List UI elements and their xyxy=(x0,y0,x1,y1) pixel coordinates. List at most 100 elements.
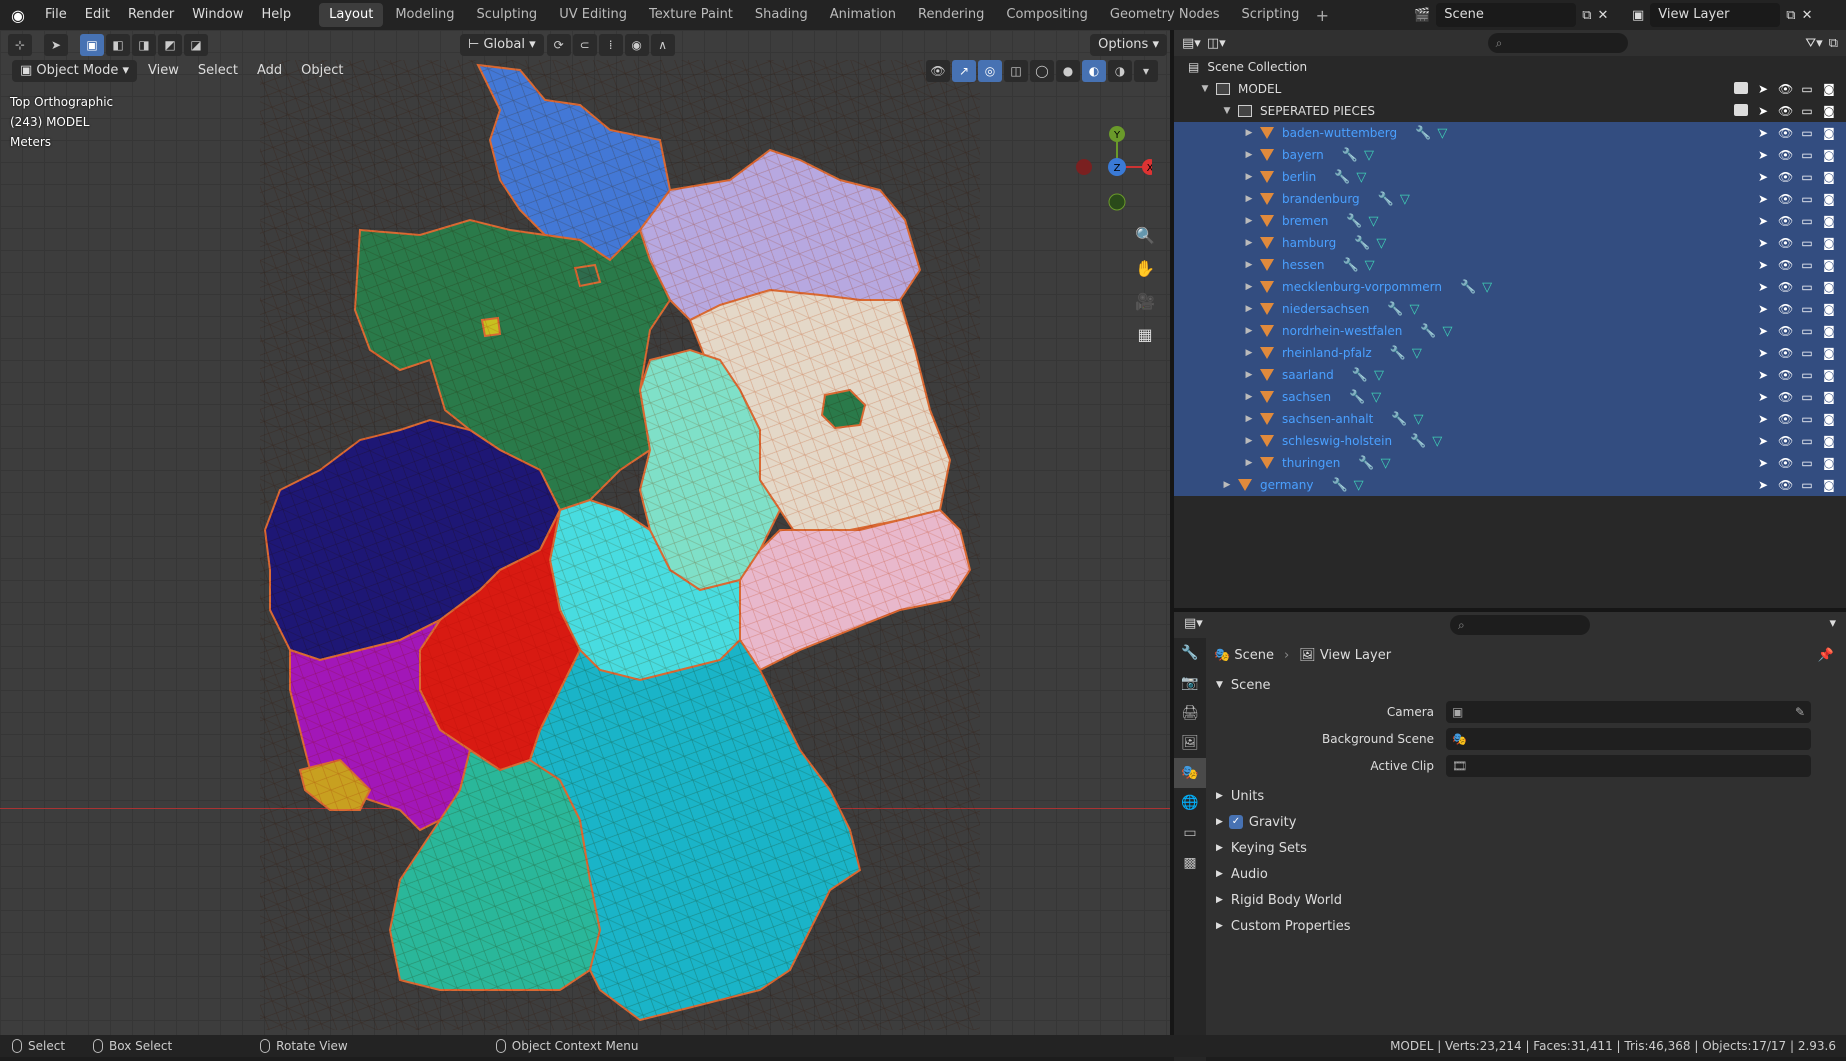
menu-object[interactable]: Object xyxy=(293,60,351,82)
tab-rendering[interactable]: Rendering xyxy=(908,3,994,27)
outliner-row-object[interactable]: ▶ rheinland-pfalz 🔧 ▽ ➤ 👁 ▭ ◙ xyxy=(1174,342,1846,364)
select-arrow-icon[interactable]: ➤ xyxy=(1756,412,1770,426)
eye-icon[interactable]: 👁 xyxy=(1778,390,1793,404)
menu-file[interactable]: File xyxy=(36,0,76,30)
panel-scene-header[interactable]: ▼ Scene xyxy=(1206,672,1846,698)
menu-select[interactable]: Select xyxy=(190,60,246,82)
outliner-row-object[interactable]: ▶ baden-wuttemberg 🔧 ▽ ➤ 👁 ▭ ◙ xyxy=(1174,122,1846,144)
eye-icon[interactable]: 👁 xyxy=(1778,104,1793,118)
monitor-icon[interactable]: ▭ xyxy=(1800,412,1814,426)
menu-window[interactable]: Window xyxy=(183,0,252,30)
modifier-icons[interactable]: 🔧 ▽ xyxy=(1460,280,1492,295)
pin-icon[interactable]: 📌 xyxy=(1818,648,1834,663)
monitor-icon[interactable]: ▭ xyxy=(1800,478,1814,492)
checkbox-icon[interactable] xyxy=(1734,104,1748,116)
scene-tab-icon[interactable]: 🎭 xyxy=(1174,758,1206,788)
3d-viewport[interactable]: ⊹ ➤ ▣ ◧ ◨ ◩ ◪ ⊢ Global ▾ ⟳ ⊂ ⁞ ◉ ∧ Optio… xyxy=(0,30,1170,1035)
select-arrow-icon[interactable]: ➤ xyxy=(1756,192,1770,206)
view-layer-tab-icon[interactable]: 🖼 xyxy=(1174,728,1206,758)
monitor-icon[interactable]: ▭ xyxy=(1800,434,1814,448)
expand-arrow-icon[interactable]: ▼ xyxy=(1220,106,1234,116)
expand-arrow-icon[interactable]: ▶ xyxy=(1242,238,1256,248)
select-arrow-icon[interactable]: ➤ xyxy=(1756,302,1770,316)
close-icon[interactable]: ✕ xyxy=(1597,8,1608,23)
eye-icon[interactable]: 👁 xyxy=(1778,170,1793,184)
overlay-icon[interactable]: ◎ xyxy=(978,60,1002,82)
panel-gravity[interactable]: ▶ ✓ Gravity xyxy=(1206,809,1846,835)
modifier-icons[interactable]: 🔧 ▽ xyxy=(1346,214,1378,229)
close-icon[interactable]: ✕ xyxy=(1802,8,1813,23)
solid-shading-icon[interactable]: ● xyxy=(1056,60,1080,82)
blender-logo-icon[interactable]: ◉ xyxy=(0,0,36,30)
tab-geometry-nodes[interactable]: Geometry Nodes xyxy=(1100,3,1230,27)
view-layer-selector[interactable]: ▣ View Layer ⧉ ✕ xyxy=(1632,3,1813,27)
select-arrow-icon[interactable]: ➤ xyxy=(1756,456,1770,470)
germany-map-mesh[interactable] xyxy=(0,30,1170,1035)
monitor-icon[interactable]: ▭ xyxy=(1800,148,1814,162)
monitor-icon[interactable]: ▭ xyxy=(1800,302,1814,316)
editor-type-icon[interactable]: ▤▾ xyxy=(1184,616,1203,631)
eye-icon[interactable]: 👁 xyxy=(1778,192,1793,206)
outliner-row-object[interactable]: ▶ schleswig-holstein 🔧 ▽ ➤ 👁 ▭ ◙ xyxy=(1174,430,1846,452)
panel-custom-properties[interactable]: ▶ Custom Properties xyxy=(1206,913,1846,939)
render-tab-icon[interactable]: 📷 xyxy=(1174,668,1206,698)
filter-icon[interactable]: ⛛▾ xyxy=(1805,36,1822,51)
outliner-row-object[interactable]: ▶ berlin 🔧 ▽ ➤ 👁 ▭ ◙ xyxy=(1174,166,1846,188)
outliner-row-scene-collection[interactable]: ▤ Scene Collection xyxy=(1174,56,1846,78)
select-subtract-icon[interactable]: ◨ xyxy=(132,34,156,56)
outliner-row-object[interactable]: ▶ hamburg 🔧 ▽ ➤ 👁 ▭ ◙ xyxy=(1174,232,1846,254)
expand-arrow-icon[interactable]: ▶ xyxy=(1242,326,1256,336)
menu-view[interactable]: View xyxy=(140,60,187,82)
monitor-icon[interactable]: ▭ xyxy=(1800,346,1814,360)
editor-type-icon[interactable]: ⊹ xyxy=(8,34,32,56)
eye-icon[interactable]: 👁 xyxy=(1778,324,1793,338)
outliner-row-germany[interactable]: ▶ germany 🔧 ▽ ➤ 👁 ▭ ◙ xyxy=(1174,474,1846,496)
camera-icon[interactable]: ◙ xyxy=(1822,456,1836,470)
expand-arrow-icon[interactable]: ▶ xyxy=(1242,414,1256,424)
camera-icon[interactable]: ◙ xyxy=(1822,104,1836,118)
shading-options-icon[interactable]: ▾ xyxy=(1134,60,1158,82)
menu-edit[interactable]: Edit xyxy=(76,0,119,30)
select-arrow-icon[interactable]: ➤ xyxy=(1756,82,1770,96)
tab-modeling[interactable]: Modeling xyxy=(385,3,464,27)
panel-audio[interactable]: ▶ Audio xyxy=(1206,861,1846,887)
outliner-row-object[interactable]: ▶ nordrhein-westfalen 🔧 ▽ ➤ 👁 ▭ ◙ xyxy=(1174,320,1846,342)
monitor-icon[interactable]: ▭ xyxy=(1800,104,1814,118)
monitor-icon[interactable]: ▭ xyxy=(1800,82,1814,96)
select-arrow-icon[interactable]: ➤ xyxy=(1756,214,1770,228)
camera-icon[interactable]: ◙ xyxy=(1822,192,1836,206)
expand-arrow-icon[interactable]: ▶ xyxy=(1242,370,1256,380)
monitor-icon[interactable]: ▭ xyxy=(1800,368,1814,382)
modifier-icons[interactable]: 🔧 ▽ xyxy=(1354,236,1386,251)
select-arrow-icon[interactable]: ➤ xyxy=(1756,258,1770,272)
tab-uv-editing[interactable]: UV Editing xyxy=(549,3,637,27)
collection-tab-icon[interactable]: ▭ xyxy=(1174,818,1206,848)
eye-icon[interactable]: 👁 xyxy=(1778,478,1793,492)
select-arrow-icon[interactable]: ➤ xyxy=(1756,170,1770,184)
monitor-icon[interactable]: ▭ xyxy=(1800,258,1814,272)
select-arrow-icon[interactable]: ➤ xyxy=(1756,368,1770,382)
checkbox-icon[interactable] xyxy=(1734,82,1748,94)
camera-icon[interactable]: ◙ xyxy=(1822,434,1836,448)
eye-icon[interactable]: 👁 xyxy=(1778,126,1793,140)
eye-icon[interactable]: 👁 xyxy=(1778,214,1793,228)
scene-selector[interactable]: 🎬 Scene ⧉ ✕ xyxy=(1414,3,1608,27)
monitor-icon[interactable]: ▭ xyxy=(1800,324,1814,338)
monitor-icon[interactable]: ▭ xyxy=(1800,236,1814,250)
camera-icon[interactable]: ◙ xyxy=(1822,126,1836,140)
properties-search-input[interactable]: ⌕ xyxy=(1450,615,1590,635)
material-shading-icon[interactable]: ◐ xyxy=(1082,60,1106,82)
outliner-row-object[interactable]: ▶ mecklenburg-vorpommern 🔧 ▽ ➤ 👁 ▭ ◙ xyxy=(1174,276,1846,298)
outliner-row-object[interactable]: ▶ bayern 🔧 ▽ ➤ 👁 ▭ ◙ xyxy=(1174,144,1846,166)
expand-arrow-icon[interactable]: ▶ xyxy=(1242,260,1256,270)
monitor-icon[interactable]: ▭ xyxy=(1800,214,1814,228)
monitor-icon[interactable]: ▭ xyxy=(1800,280,1814,294)
world-tab-icon[interactable]: 🌐 xyxy=(1174,788,1206,818)
scene-name-field[interactable]: Scene xyxy=(1436,3,1577,27)
modifier-icons[interactable]: 🔧 ▽ xyxy=(1342,258,1374,273)
eye-icon[interactable]: 👁 xyxy=(1778,148,1793,162)
new-layer-icon[interactable]: ⧉ xyxy=(1786,8,1795,23)
monitor-icon[interactable]: ▭ xyxy=(1800,126,1814,140)
expand-arrow-icon[interactable]: ▶ xyxy=(1220,480,1234,490)
tab-layout[interactable]: Layout xyxy=(319,3,384,27)
